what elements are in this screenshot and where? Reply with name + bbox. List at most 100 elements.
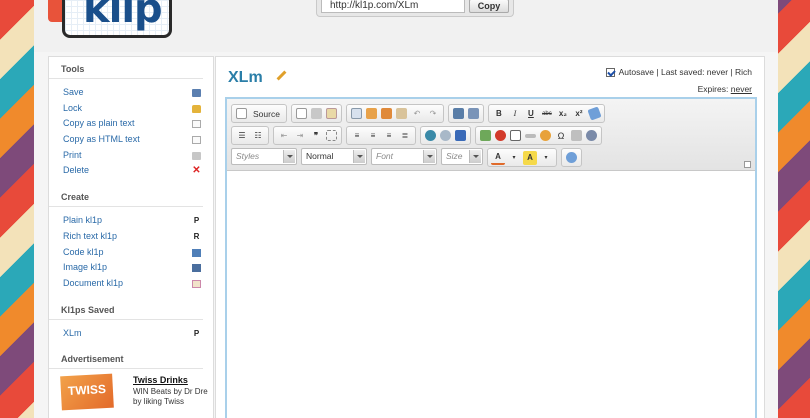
eraser-icon[interactable]: [587, 106, 602, 121]
font-placeholder: Font: [376, 151, 394, 161]
undo-icon[interactable]: ↶: [410, 107, 424, 121]
underline-button[interactable]: U: [524, 107, 538, 121]
align-justify-icon[interactable]: ≣: [398, 129, 412, 143]
numbered-list-icon[interactable]: ☰: [235, 129, 249, 143]
document-group: [290, 104, 342, 123]
subscript-button[interactable]: x₂: [556, 107, 570, 121]
ad-headline[interactable]: Twiss Drinks: [133, 375, 188, 385]
document-title[interactable]: XLm: [228, 69, 263, 87]
align-right-icon[interactable]: ≡: [382, 129, 396, 143]
printer-icon: [192, 151, 201, 160]
smiley-icon[interactable]: [540, 130, 551, 141]
save-icon: [192, 89, 201, 97]
chevron-down-icon[interactable]: ▾: [539, 151, 553, 165]
italic-button[interactable]: I: [508, 107, 522, 121]
create-rich-link[interactable]: Rich text kl1p R: [49, 229, 213, 245]
format-select[interactable]: Normal: [301, 148, 367, 165]
ad-body: WIN Beats by Dr Dre by liking Twiss: [133, 387, 208, 407]
saved-item-label: XLm: [63, 327, 82, 338]
create-code-link[interactable]: Code kl1p: [49, 245, 213, 261]
logo[interactable]: klip: [62, 0, 172, 38]
styles-placeholder: Styles: [236, 151, 260, 161]
url-input[interactable]: http://kl1p.com/XLm: [321, 0, 465, 13]
create-image-link[interactable]: Image kl1p: [49, 260, 213, 276]
expires-link[interactable]: never: [731, 84, 752, 94]
flash-icon[interactable]: [495, 130, 506, 141]
redo-icon[interactable]: ↷: [426, 107, 440, 121]
autosave-label: Autosave | Last saved: never | Rich: [618, 67, 752, 77]
copy-button[interactable]: Copy: [469, 0, 509, 13]
superscript-button[interactable]: x²: [572, 107, 586, 121]
paste-text-icon[interactable]: [395, 108, 407, 119]
autosave-checkbox[interactable]: [605, 67, 615, 77]
copy-plain-link[interactable]: Copy as plain text: [49, 116, 213, 132]
indent-icon[interactable]: ⇥: [293, 129, 307, 143]
expires-row: Expires: never: [698, 84, 752, 94]
delete-link[interactable]: Delete ✕: [49, 163, 213, 179]
anchor-icon[interactable]: [455, 130, 466, 141]
save-link[interactable]: Save: [49, 85, 213, 101]
table-icon[interactable]: [510, 130, 521, 141]
horizontal-line-icon[interactable]: [525, 133, 536, 138]
special-char-icon[interactable]: Ω: [554, 129, 568, 143]
paste-icon[interactable]: [380, 108, 392, 119]
copy-plain-label: Copy as plain text: [63, 118, 135, 129]
sidebar: Tools Save Lock Copy as plain text Copy …: [48, 56, 214, 418]
link-icon[interactable]: [425, 130, 436, 141]
collapse-toolbar-button[interactable]: [744, 161, 751, 168]
div-container-icon[interactable]: [326, 130, 337, 141]
align-center-icon[interactable]: ≡: [366, 129, 380, 143]
saved-list: XLm P: [49, 320, 213, 348]
preview-icon[interactable]: [295, 108, 307, 119]
maximize-icon[interactable]: [566, 152, 577, 163]
lock-link[interactable]: Lock: [49, 101, 213, 117]
delete-icon: ✕: [192, 165, 201, 177]
source-button[interactable]: Source: [250, 107, 283, 121]
iframe-icon[interactable]: [586, 130, 597, 141]
create-title: Create: [49, 185, 203, 208]
saved-item[interactable]: XLm P: [49, 326, 213, 342]
templates-icon[interactable]: [325, 108, 337, 119]
save-label: Save: [63, 87, 84, 97]
format-value: Normal: [306, 151, 334, 161]
cut-icon[interactable]: [350, 108, 362, 119]
chevron-down-icon[interactable]: ▾: [507, 151, 521, 165]
text-color-button[interactable]: A: [491, 151, 505, 165]
align-left-icon[interactable]: ≡: [350, 129, 364, 143]
blockquote-icon[interactable]: ❞: [309, 129, 323, 143]
ad-image[interactable]: TWISS: [60, 373, 114, 411]
editor-content-area[interactable]: [227, 172, 755, 418]
unlink-icon[interactable]: [440, 130, 451, 141]
find-group: [447, 104, 484, 123]
print-link[interactable]: Print: [49, 148, 213, 164]
pencil-icon[interactable]: [276, 70, 287, 81]
tools-title: Tools: [49, 57, 203, 79]
font-select[interactable]: Font: [371, 148, 437, 165]
strike-button[interactable]: abc: [540, 107, 554, 121]
tools-list: Save Lock Copy as plain text Copy as HTM…: [49, 79, 213, 185]
size-select[interactable]: Size: [441, 148, 483, 165]
bold-button[interactable]: B: [492, 107, 506, 121]
print-icon[interactable]: [310, 108, 322, 119]
replace-icon[interactable]: [467, 108, 479, 119]
delete-label: Delete: [63, 165, 90, 176]
content-panel: XLm Autosave | Last saved: never | Rich …: [215, 56, 765, 418]
copy-html-link[interactable]: Copy as HTML text: [49, 132, 213, 148]
page-break-icon[interactable]: [571, 130, 582, 141]
advertisement[interactable]: TWISS Twiss Drinks WIN Beats by Dr Dre b…: [49, 373, 213, 413]
maximize-group: [561, 148, 582, 167]
copy-icon[interactable]: [365, 108, 377, 119]
outdent-icon[interactable]: ⇤: [277, 129, 291, 143]
create-image-label: Image kl1p: [63, 262, 108, 273]
image-insert-icon[interactable]: [480, 130, 491, 141]
create-document-link[interactable]: Document kl1p: [49, 276, 213, 292]
bulleted-list-icon[interactable]: ☷: [251, 129, 265, 143]
create-list: Plain kl1p P Rich text kl1p R Code kl1p Im…: [49, 207, 213, 297]
background-color-button[interactable]: A: [523, 150, 537, 165]
find-icon[interactable]: [452, 108, 464, 119]
styles-select[interactable]: Styles: [231, 148, 297, 165]
document-icon: [192, 136, 201, 145]
chevron-down-icon: [469, 150, 481, 163]
rich-text-editor: Source ↶ ↷ B I U abc x₂ x² ☰ ☷ ⇤ ⇥ ❞ ≡ ≡…: [225, 97, 757, 418]
create-plain-link[interactable]: Plain kl1p P: [49, 213, 213, 229]
